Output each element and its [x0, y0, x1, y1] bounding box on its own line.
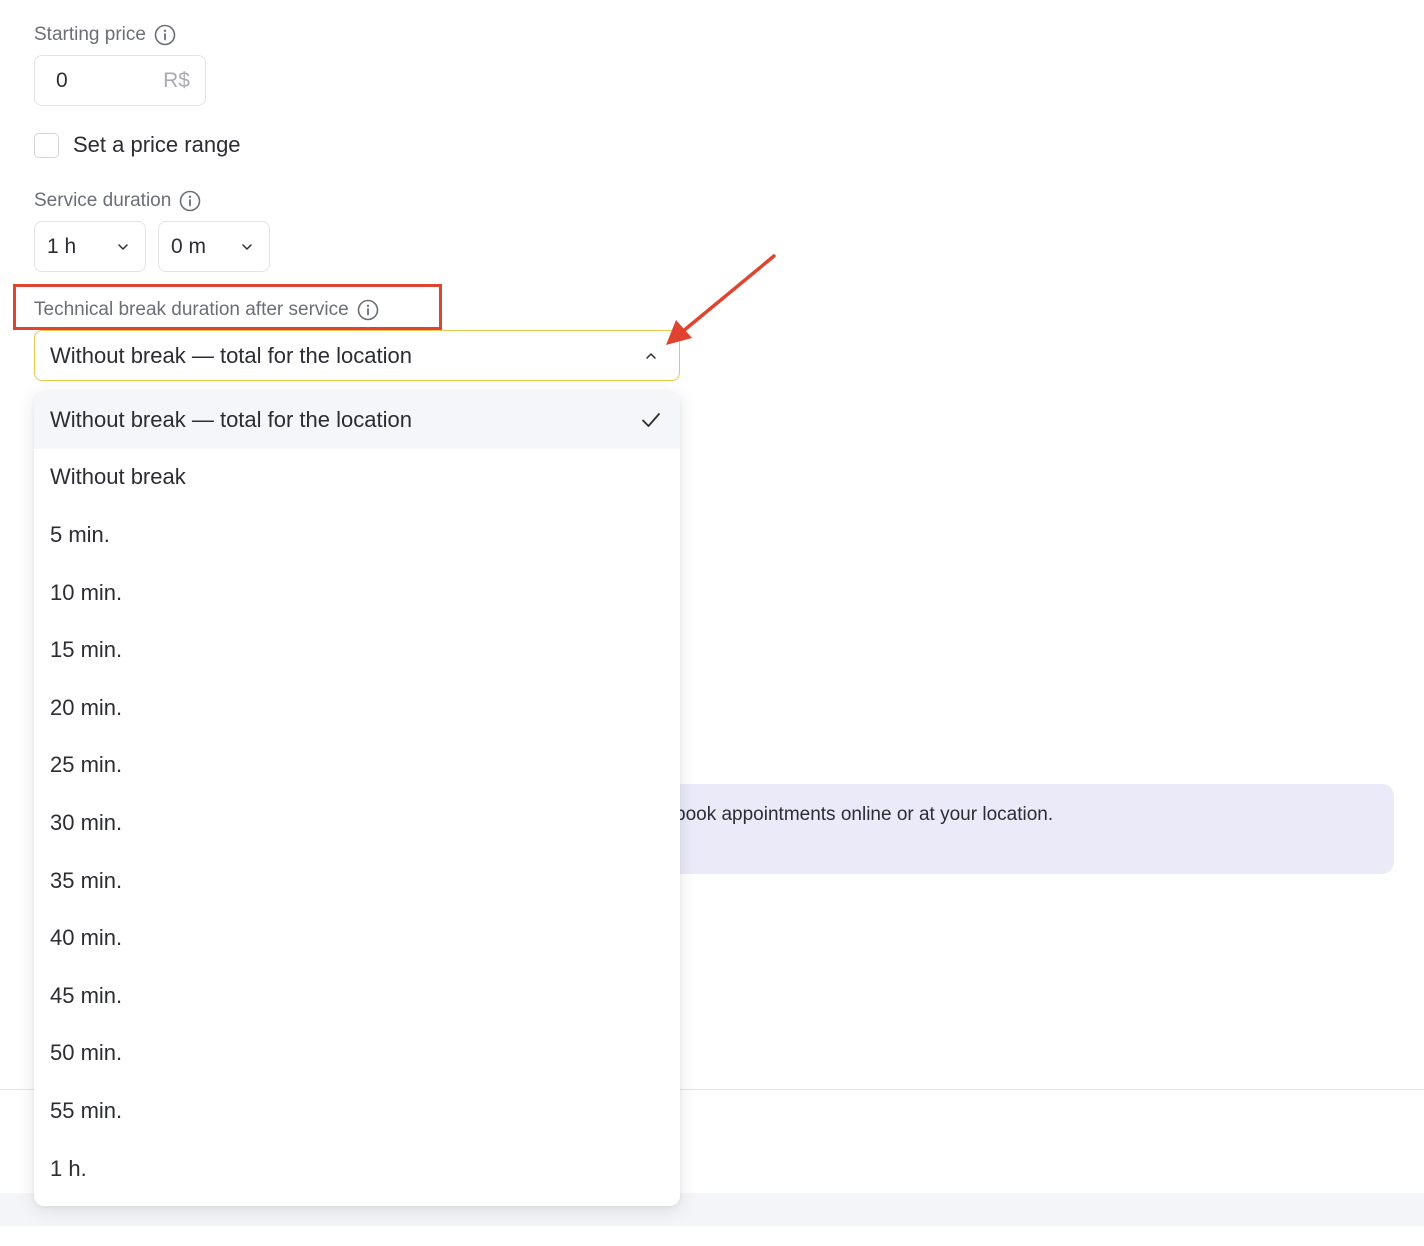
info-icon[interactable] [357, 299, 379, 321]
dropdown-option[interactable]: 5 min. [34, 506, 680, 564]
currency-suffix: R$ [163, 68, 190, 92]
starting-price-label-text: Starting price [34, 24, 146, 45]
dropdown-option[interactable]: 10 min. [34, 564, 680, 622]
technical-break-label-text: Technical break duration after service [34, 299, 349, 320]
dropdown-option-label: 5 min. [50, 521, 110, 547]
dropdown-option-label: 40 min. [50, 925, 123, 951]
dropdown-option[interactable]: 35 min. [34, 852, 680, 910]
dropdown-option[interactable]: 15 min. [34, 621, 680, 679]
price-range-label: Set a price range [73, 132, 241, 157]
chevron-down-icon [241, 241, 253, 253]
dropdown-option-label: 1 h. [50, 1155, 87, 1181]
starting-price-label: Starting price [34, 23, 176, 47]
dropdown-option-label: 50 min. [50, 1040, 123, 1066]
dropdown-option-label: 15 min. [50, 637, 123, 663]
dropdown-option[interactable]: Without break [34, 449, 680, 507]
dropdown-option-label: 35 min. [50, 867, 123, 893]
info-banner-text: book appointments online or at your loca… [675, 804, 1054, 825]
price-range-checkbox[interactable] [34, 132, 59, 158]
dropdown-option[interactable]: 20 min. [34, 679, 680, 737]
technical-break-select[interactable]: Without break — total for the location [34, 330, 680, 381]
dropdown-option-label: 10 min. [50, 579, 123, 605]
technical-break-dropdown: Without break — total for the location W… [34, 391, 680, 1206]
dropdown-option-label: Without break — total for the location [50, 406, 412, 432]
chevron-up-icon [645, 350, 657, 362]
dropdown-option[interactable]: 1 h. [34, 1140, 680, 1198]
service-settings-page: Starting price 0 R$ Set a price range Se… [0, 0, 1424, 1246]
dropdown-option[interactable]: 55 min. [34, 1082, 680, 1140]
info-icon[interactable] [179, 190, 201, 212]
service-duration-label-text: Service duration [34, 190, 172, 211]
dropdown-option-label: 20 min. [50, 694, 123, 720]
red-arrow-icon [666, 254, 776, 345]
duration-hours-select[interactable]: 1 h [34, 221, 146, 272]
duration-hours-value: 1 h [47, 234, 77, 258]
dropdown-option[interactable]: 45 min. [34, 967, 680, 1025]
service-duration-label: Service duration [34, 189, 201, 213]
dropdown-option[interactable]: 40 min. [34, 909, 680, 967]
duration-minutes-select[interactable]: 0 m [158, 221, 270, 272]
dropdown-option[interactable]: 50 min. [34, 1025, 680, 1083]
technical-break-label: Technical break duration after service [34, 298, 379, 322]
dropdown-option-label: 55 min. [50, 1097, 123, 1123]
price-range-row[interactable]: Set a price range [34, 132, 241, 158]
duration-minutes-value: 0 m [171, 234, 207, 258]
dropdown-option-label: 25 min. [50, 752, 123, 778]
info-banner: book appointments online or at your loca… [600, 784, 1394, 874]
dropdown-option-label: Without break [50, 464, 186, 490]
starting-price-input[interactable]: 0 R$ [34, 55, 206, 106]
dropdown-option[interactable]: 30 min. [34, 794, 680, 852]
starting-price-value: 0 [56, 68, 68, 92]
chevron-down-icon [117, 241, 129, 253]
technical-break-selected-value: Without break — total for the location [50, 342, 412, 368]
dropdown-option[interactable]: Without break — total for the location [34, 391, 680, 449]
dropdown-option[interactable]: 25 min. [34, 737, 680, 795]
dropdown-option-label: 45 min. [50, 982, 123, 1008]
check-icon [640, 409, 662, 431]
info-icon[interactable] [154, 24, 176, 46]
dropdown-option-label: 30 min. [50, 809, 123, 835]
